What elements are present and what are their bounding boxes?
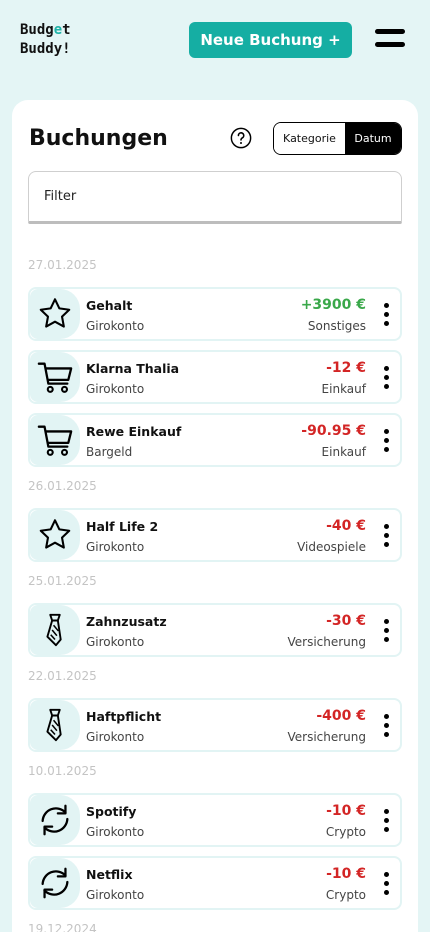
tie-icon [46, 708, 62, 742]
category-icon-box [30, 510, 80, 560]
repeat-icon [41, 804, 69, 836]
booking-amount: -10 € [326, 803, 366, 819]
booking-account: Girokonto [86, 825, 145, 839]
date-group-label: 27.01.2025 [28, 258, 97, 272]
booking-category: Videospiele [297, 540, 366, 554]
sort-toggle: Kategorie Datum [273, 122, 402, 155]
booking-category: Einkauf [321, 445, 366, 459]
app-header: Budget Buddy! Neue Buchung + [0, 0, 430, 90]
booking-row[interactable]: Zahnzusatz Girokonto -30 € Versicherung [28, 603, 402, 657]
booking-amount: -10 € [326, 866, 366, 882]
category-icon-box [30, 700, 80, 750]
booking-account: Girokonto [86, 635, 145, 649]
logo-text-a: Budg [20, 22, 54, 38]
category-icon-box [30, 605, 80, 655]
new-booking-button[interactable]: Neue Buchung + [189, 22, 352, 58]
category-icon-box [30, 858, 80, 908]
booking-title: Gehalt [86, 298, 133, 313]
toggle-option-kategorie[interactable]: Kategorie [274, 123, 345, 154]
logo-text-b: t [62, 22, 71, 38]
date-group-label: 19.12.2024 [28, 922, 97, 932]
logo-line-1: Budget [20, 21, 71, 40]
date-group-label: 10.01.2025 [28, 764, 97, 778]
toggle-option-datum[interactable]: Datum [345, 123, 401, 154]
cart-icon [37, 362, 73, 393]
booking-amount: -12 € [326, 360, 366, 376]
booking-account: Bargeld [86, 445, 133, 459]
booking-account: Girokonto [86, 540, 145, 554]
booking-title: Klarna Thalia [86, 361, 180, 376]
booking-amount: -400 € [316, 708, 366, 724]
app-logo[interactable]: Budget Buddy! [20, 21, 71, 59]
star-icon [39, 519, 71, 549]
category-icon-box [30, 795, 80, 845]
booking-category: Crypto [325, 825, 366, 839]
booking-category: Einkauf [321, 382, 366, 396]
booking-row[interactable]: Klarna Thalia Girokonto -12 € Einkauf [28, 350, 402, 404]
more-options-icon[interactable] [382, 429, 392, 453]
booking-title: Rewe Einkauf [86, 424, 182, 439]
booking-row[interactable]: Haftpflicht Girokonto -400 € Versicherun… [28, 698, 402, 752]
booking-row[interactable]: Gehalt Girokonto +3900 € Sonstiges [28, 287, 402, 341]
booking-account: Girokonto [86, 319, 145, 333]
star-icon [39, 298, 71, 328]
more-options-icon[interactable] [382, 714, 392, 738]
booking-row[interactable]: Rewe Einkauf Bargeld -90.95 € Einkauf [28, 413, 402, 467]
booking-amount: -40 € [326, 518, 366, 534]
more-options-icon[interactable] [382, 366, 392, 390]
booking-category: Crypto [325, 888, 366, 902]
logo-text-accent: e [53, 22, 63, 38]
booking-title: Spotify [86, 804, 137, 819]
booking-category: Versicherung [287, 635, 366, 649]
more-options-icon[interactable] [382, 872, 392, 896]
more-options-icon[interactable] [382, 303, 392, 327]
category-icon-box [30, 415, 80, 465]
booking-title: Zahnzusatz [86, 614, 167, 629]
filter-input[interactable] [28, 171, 402, 224]
cart-icon [37, 425, 73, 456]
more-options-icon[interactable] [382, 809, 392, 833]
booking-amount: -90.95 € [301, 423, 366, 439]
repeat-icon [41, 867, 69, 899]
page-title: Buchungen [29, 126, 168, 151]
logo-line-2: Buddy! [20, 41, 71, 57]
date-group-label: 22.01.2025 [28, 669, 97, 683]
more-options-icon[interactable] [382, 524, 392, 548]
booking-row[interactable]: Spotify Girokonto -10 € Crypto [28, 793, 402, 847]
booking-account: Girokonto [86, 730, 145, 744]
booking-category: Versicherung [287, 730, 366, 744]
booking-title: Netflix [86, 867, 133, 882]
category-icon-box [30, 352, 80, 402]
booking-row[interactable]: Netflix Girokonto -10 € Crypto [28, 856, 402, 910]
booking-amount: +3900 € [300, 297, 366, 313]
date-group-label: 26.01.2025 [28, 479, 97, 493]
booking-amount: -30 € [326, 613, 366, 629]
category-icon-box [30, 289, 80, 339]
booking-category: Sonstiges [307, 319, 366, 333]
booking-account: Girokonto [86, 888, 145, 902]
booking-account: Girokonto [86, 382, 145, 396]
tie-icon [46, 613, 62, 647]
menu-icon[interactable] [375, 29, 405, 49]
bookings-card: Buchungen Kategorie Datum 27.01.2025 Geh… [12, 100, 418, 932]
date-group-label: 25.01.2025 [28, 574, 97, 588]
more-options-icon[interactable] [382, 619, 392, 643]
booking-title: Haftpflicht [86, 709, 162, 724]
booking-row[interactable]: Half Life 2 Girokonto -40 € Videospiele [28, 508, 402, 562]
booking-title: Half Life 2 [86, 519, 159, 534]
help-icon[interactable] [230, 127, 252, 149]
